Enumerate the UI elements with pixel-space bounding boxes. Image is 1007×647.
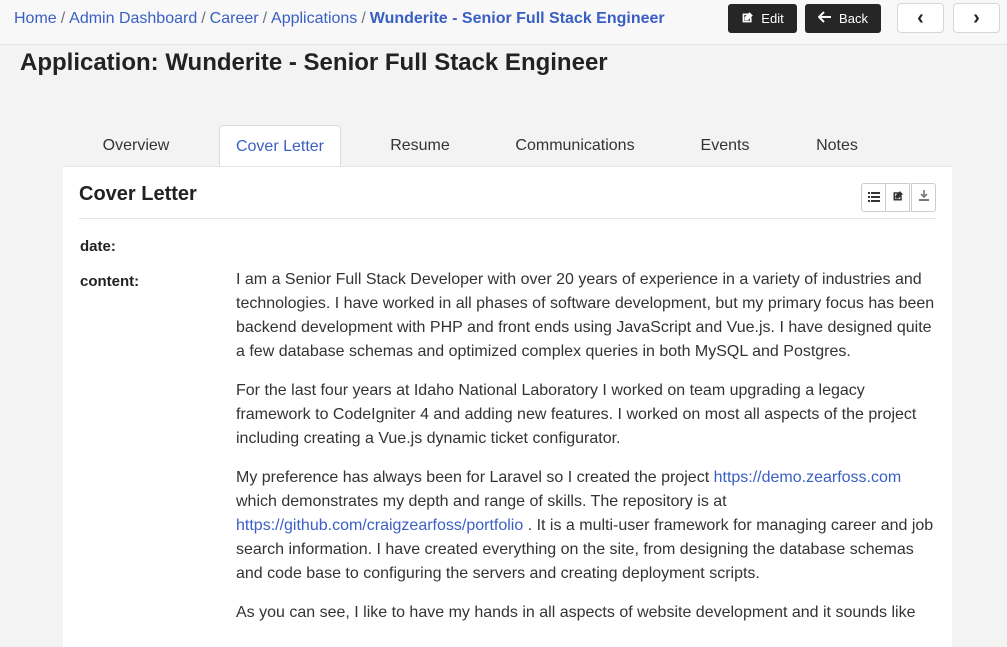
tab-communications[interactable]: Communications [500,125,650,167]
back-button[interactable]: Back [805,4,881,33]
back-button-label: Back [839,11,868,26]
paragraph: As you can see, I like to have my hands … [236,604,916,621]
previous-button[interactable]: ‹ [897,3,944,33]
arrow-left-icon [817,11,832,26]
github-repo-link[interactable]: https://github.com/craigzearfoss/portfol… [236,517,523,534]
breadcrumb-current: Wunderite - Senior Full Stack Engineer [369,10,665,27]
tab-resume[interactable]: Resume [370,125,470,167]
breadcrumb-separator: / [262,10,268,27]
download-icon [918,189,930,207]
content-label: content: [80,273,140,290]
breadcrumb-separator: / [60,10,66,27]
top-bar: Home / Admin Dashboard / Career / Applications… [0,0,1007,45]
paragraph-text: which demonstrates my depth and range of… [236,493,727,510]
divider [79,218,936,219]
tab-cover-letter[interactable]: Cover Letter [219,125,341,167]
breadcrumb-home[interactable]: Home [14,10,57,27]
paragraph: For the last four years at Idaho Nationa… [236,382,917,447]
edit-button[interactable]: Edit [728,4,797,33]
paragraph: I am a Senior Full Stack Developer with … [236,271,935,360]
next-button[interactable]: › [953,3,1000,33]
edit-cover-letter-button[interactable] [885,183,910,212]
cover-letter-panel: Cover Letter date: content: I am a Senio… [63,166,952,647]
breadcrumb-admin-dashboard[interactable]: Admin Dashboard [69,10,197,27]
breadcrumb-career[interactable]: Career [210,10,259,27]
chevron-left-icon: ‹ [917,6,924,29]
download-button[interactable] [911,183,936,212]
chevron-right-icon: › [973,6,980,29]
tab-events[interactable]: Events [680,125,770,167]
tab-overview[interactable]: Overview [84,125,188,167]
paragraph-text: My preference has always been for Larave… [236,469,714,486]
panel-title: Cover Letter [79,183,197,205]
date-label: date: [80,238,116,255]
breadcrumb-applications[interactable]: Applications [271,10,357,27]
tab-notes[interactable]: Notes [797,125,877,167]
paragraph: My preference has always been for Larave… [236,466,941,586]
page-title: Application: Wunderite - Senior Full Sta… [20,49,608,76]
edit-icon [892,189,904,207]
edit-icon [741,11,754,27]
breadcrumb-separator: / [361,10,366,27]
breadcrumb-separator: / [201,10,206,27]
demo-site-link[interactable]: https://demo.zearfoss.com [714,469,902,486]
edit-button-label: Edit [761,11,784,26]
list-icon [867,189,880,207]
breadcrumb: Home / Admin Dashboard / Career / Applications… [14,9,665,29]
list-view-button[interactable] [861,183,886,212]
cover-letter-content: I am a Senior Full Stack Developer with … [236,268,941,640]
